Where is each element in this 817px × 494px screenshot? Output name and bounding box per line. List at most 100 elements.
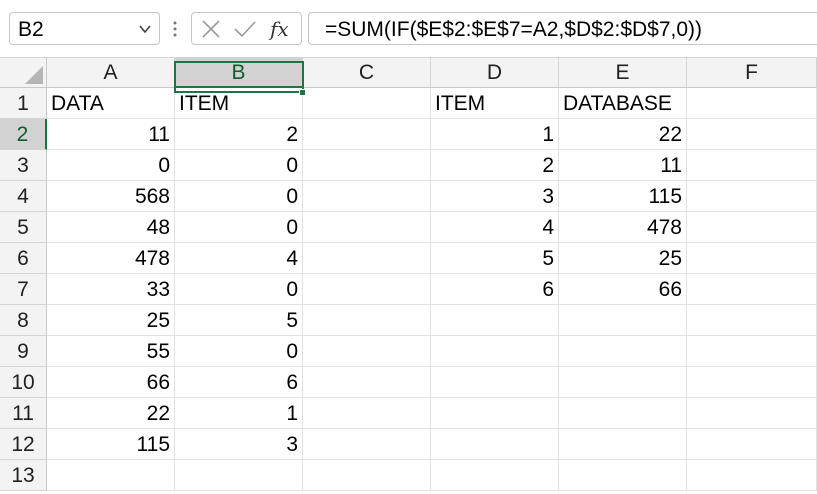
cell-a5[interactable]: 48	[47, 212, 175, 243]
cell-a7[interactable]: 33	[47, 274, 175, 305]
cell-f1[interactable]	[687, 88, 817, 119]
insert-function-button[interactable]: fx	[270, 17, 296, 41]
cell-d6[interactable]: 5	[431, 243, 559, 274]
cell-a12[interactable]: 115	[47, 429, 175, 460]
column-header-f[interactable]: F	[687, 58, 817, 88]
cell-f7[interactable]	[687, 274, 817, 305]
cell-a1[interactable]: DATA	[47, 88, 175, 119]
cell-c2[interactable]	[303, 119, 431, 150]
name-box[interactable]: B2	[9, 12, 160, 45]
column-header-d[interactable]: D	[431, 58, 559, 88]
cell-c10[interactable]	[303, 367, 431, 398]
cell-b6[interactable]: 4	[175, 243, 303, 274]
cell-a8[interactable]: 25	[47, 305, 175, 336]
cell-c12[interactable]	[303, 429, 431, 460]
cell-e1[interactable]: DATABASE	[559, 88, 687, 119]
row-header-11[interactable]: 11	[0, 398, 47, 429]
cell-f10[interactable]	[687, 367, 817, 398]
cell-d10[interactable]	[431, 367, 559, 398]
cell-d12[interactable]	[431, 429, 559, 460]
cell-d8[interactable]	[431, 305, 559, 336]
cell-a11[interactable]: 22	[47, 398, 175, 429]
cell-b12[interactable]: 3	[175, 429, 303, 460]
column-header-e[interactable]: E	[559, 58, 687, 88]
cell-e3[interactable]: 11	[559, 150, 687, 181]
cell-b1[interactable]: ITEM	[175, 88, 303, 119]
cell-b8[interactable]: 5	[175, 305, 303, 336]
row-header-8[interactable]: 8	[0, 305, 47, 336]
cell-e10[interactable]	[559, 367, 687, 398]
cell-d9[interactable]	[431, 336, 559, 367]
chevron-down-icon[interactable]	[137, 21, 153, 37]
cell-d3[interactable]: 2	[431, 150, 559, 181]
cell-f8[interactable]	[687, 305, 817, 336]
cell-a10[interactable]: 66	[47, 367, 175, 398]
row-header-5[interactable]: 5	[0, 212, 47, 243]
cell-a9[interactable]: 55	[47, 336, 175, 367]
cell-c6[interactable]	[303, 243, 431, 274]
cell-d5[interactable]: 4	[431, 212, 559, 243]
row-header-7[interactable]: 7	[0, 274, 47, 305]
cell-e7[interactable]: 66	[559, 274, 687, 305]
cell-f11[interactable]	[687, 398, 817, 429]
cell-f6[interactable]	[687, 243, 817, 274]
row-header-3[interactable]: 3	[0, 150, 47, 181]
cell-f12[interactable]	[687, 429, 817, 460]
cell-c13[interactable]	[303, 460, 431, 491]
cell-a3[interactable]: 0	[47, 150, 175, 181]
more-options-icon[interactable]	[170, 17, 180, 41]
cell-a4[interactable]: 568	[47, 181, 175, 212]
column-header-c[interactable]: C	[303, 58, 431, 88]
cell-c1[interactable]	[303, 88, 431, 119]
cell-e2[interactable]: 22	[559, 119, 687, 150]
check-icon[interactable]	[232, 17, 258, 41]
cell-a13[interactable]	[47, 460, 175, 491]
cell-c4[interactable]	[303, 181, 431, 212]
row-header-13[interactable]: 13	[0, 460, 47, 491]
cell-b3[interactable]: 0	[175, 150, 303, 181]
cell-f9[interactable]	[687, 336, 817, 367]
select-all-button[interactable]	[0, 58, 47, 88]
row-header-4[interactable]: 4	[0, 181, 47, 212]
cell-e5[interactable]: 478	[559, 212, 687, 243]
cell-e9[interactable]	[559, 336, 687, 367]
cell-b11[interactable]: 1	[175, 398, 303, 429]
cell-d1[interactable]: ITEM	[431, 88, 559, 119]
row-header-2[interactable]: 2	[0, 119, 47, 150]
cell-f5[interactable]	[687, 212, 817, 243]
cell-c9[interactable]	[303, 336, 431, 367]
column-header-a[interactable]: A	[47, 58, 175, 88]
cell-f13[interactable]	[687, 460, 817, 491]
cell-b9[interactable]: 0	[175, 336, 303, 367]
cell-a2[interactable]: 11	[47, 119, 175, 150]
cell-d11[interactable]	[431, 398, 559, 429]
row-header-10[interactable]: 10	[0, 367, 47, 398]
cell-b13[interactable]	[175, 460, 303, 491]
row-header-6[interactable]: 6	[0, 243, 47, 274]
row-header-12[interactable]: 12	[0, 429, 47, 460]
cell-b5[interactable]: 0	[175, 212, 303, 243]
cell-c7[interactable]	[303, 274, 431, 305]
cell-b2[interactable]: 2	[175, 119, 303, 150]
cell-f4[interactable]	[687, 181, 817, 212]
cell-a6[interactable]: 478	[47, 243, 175, 274]
cell-f3[interactable]	[687, 150, 817, 181]
row-header-9[interactable]: 9	[0, 336, 47, 367]
cell-d7[interactable]: 6	[431, 274, 559, 305]
column-header-b[interactable]: B	[175, 58, 303, 88]
cell-e6[interactable]: 25	[559, 243, 687, 274]
cell-e8[interactable]	[559, 305, 687, 336]
cell-b4[interactable]: 0	[175, 181, 303, 212]
cell-c8[interactable]	[303, 305, 431, 336]
cell-e11[interactable]	[559, 398, 687, 429]
cell-e4[interactable]: 115	[559, 181, 687, 212]
fill-handle[interactable]	[299, 89, 306, 96]
cell-b7[interactable]: 0	[175, 274, 303, 305]
cell-e12[interactable]	[559, 429, 687, 460]
cell-c5[interactable]	[303, 212, 431, 243]
formula-input[interactable]: =SUM(IF($E$2:$E$7=A2,$D$2:$D$7,0))	[308, 12, 817, 45]
cell-e13[interactable]	[559, 460, 687, 491]
cell-d2[interactable]: 1	[431, 119, 559, 150]
cell-d4[interactable]: 3	[431, 181, 559, 212]
row-header-1[interactable]: 1	[0, 88, 47, 119]
